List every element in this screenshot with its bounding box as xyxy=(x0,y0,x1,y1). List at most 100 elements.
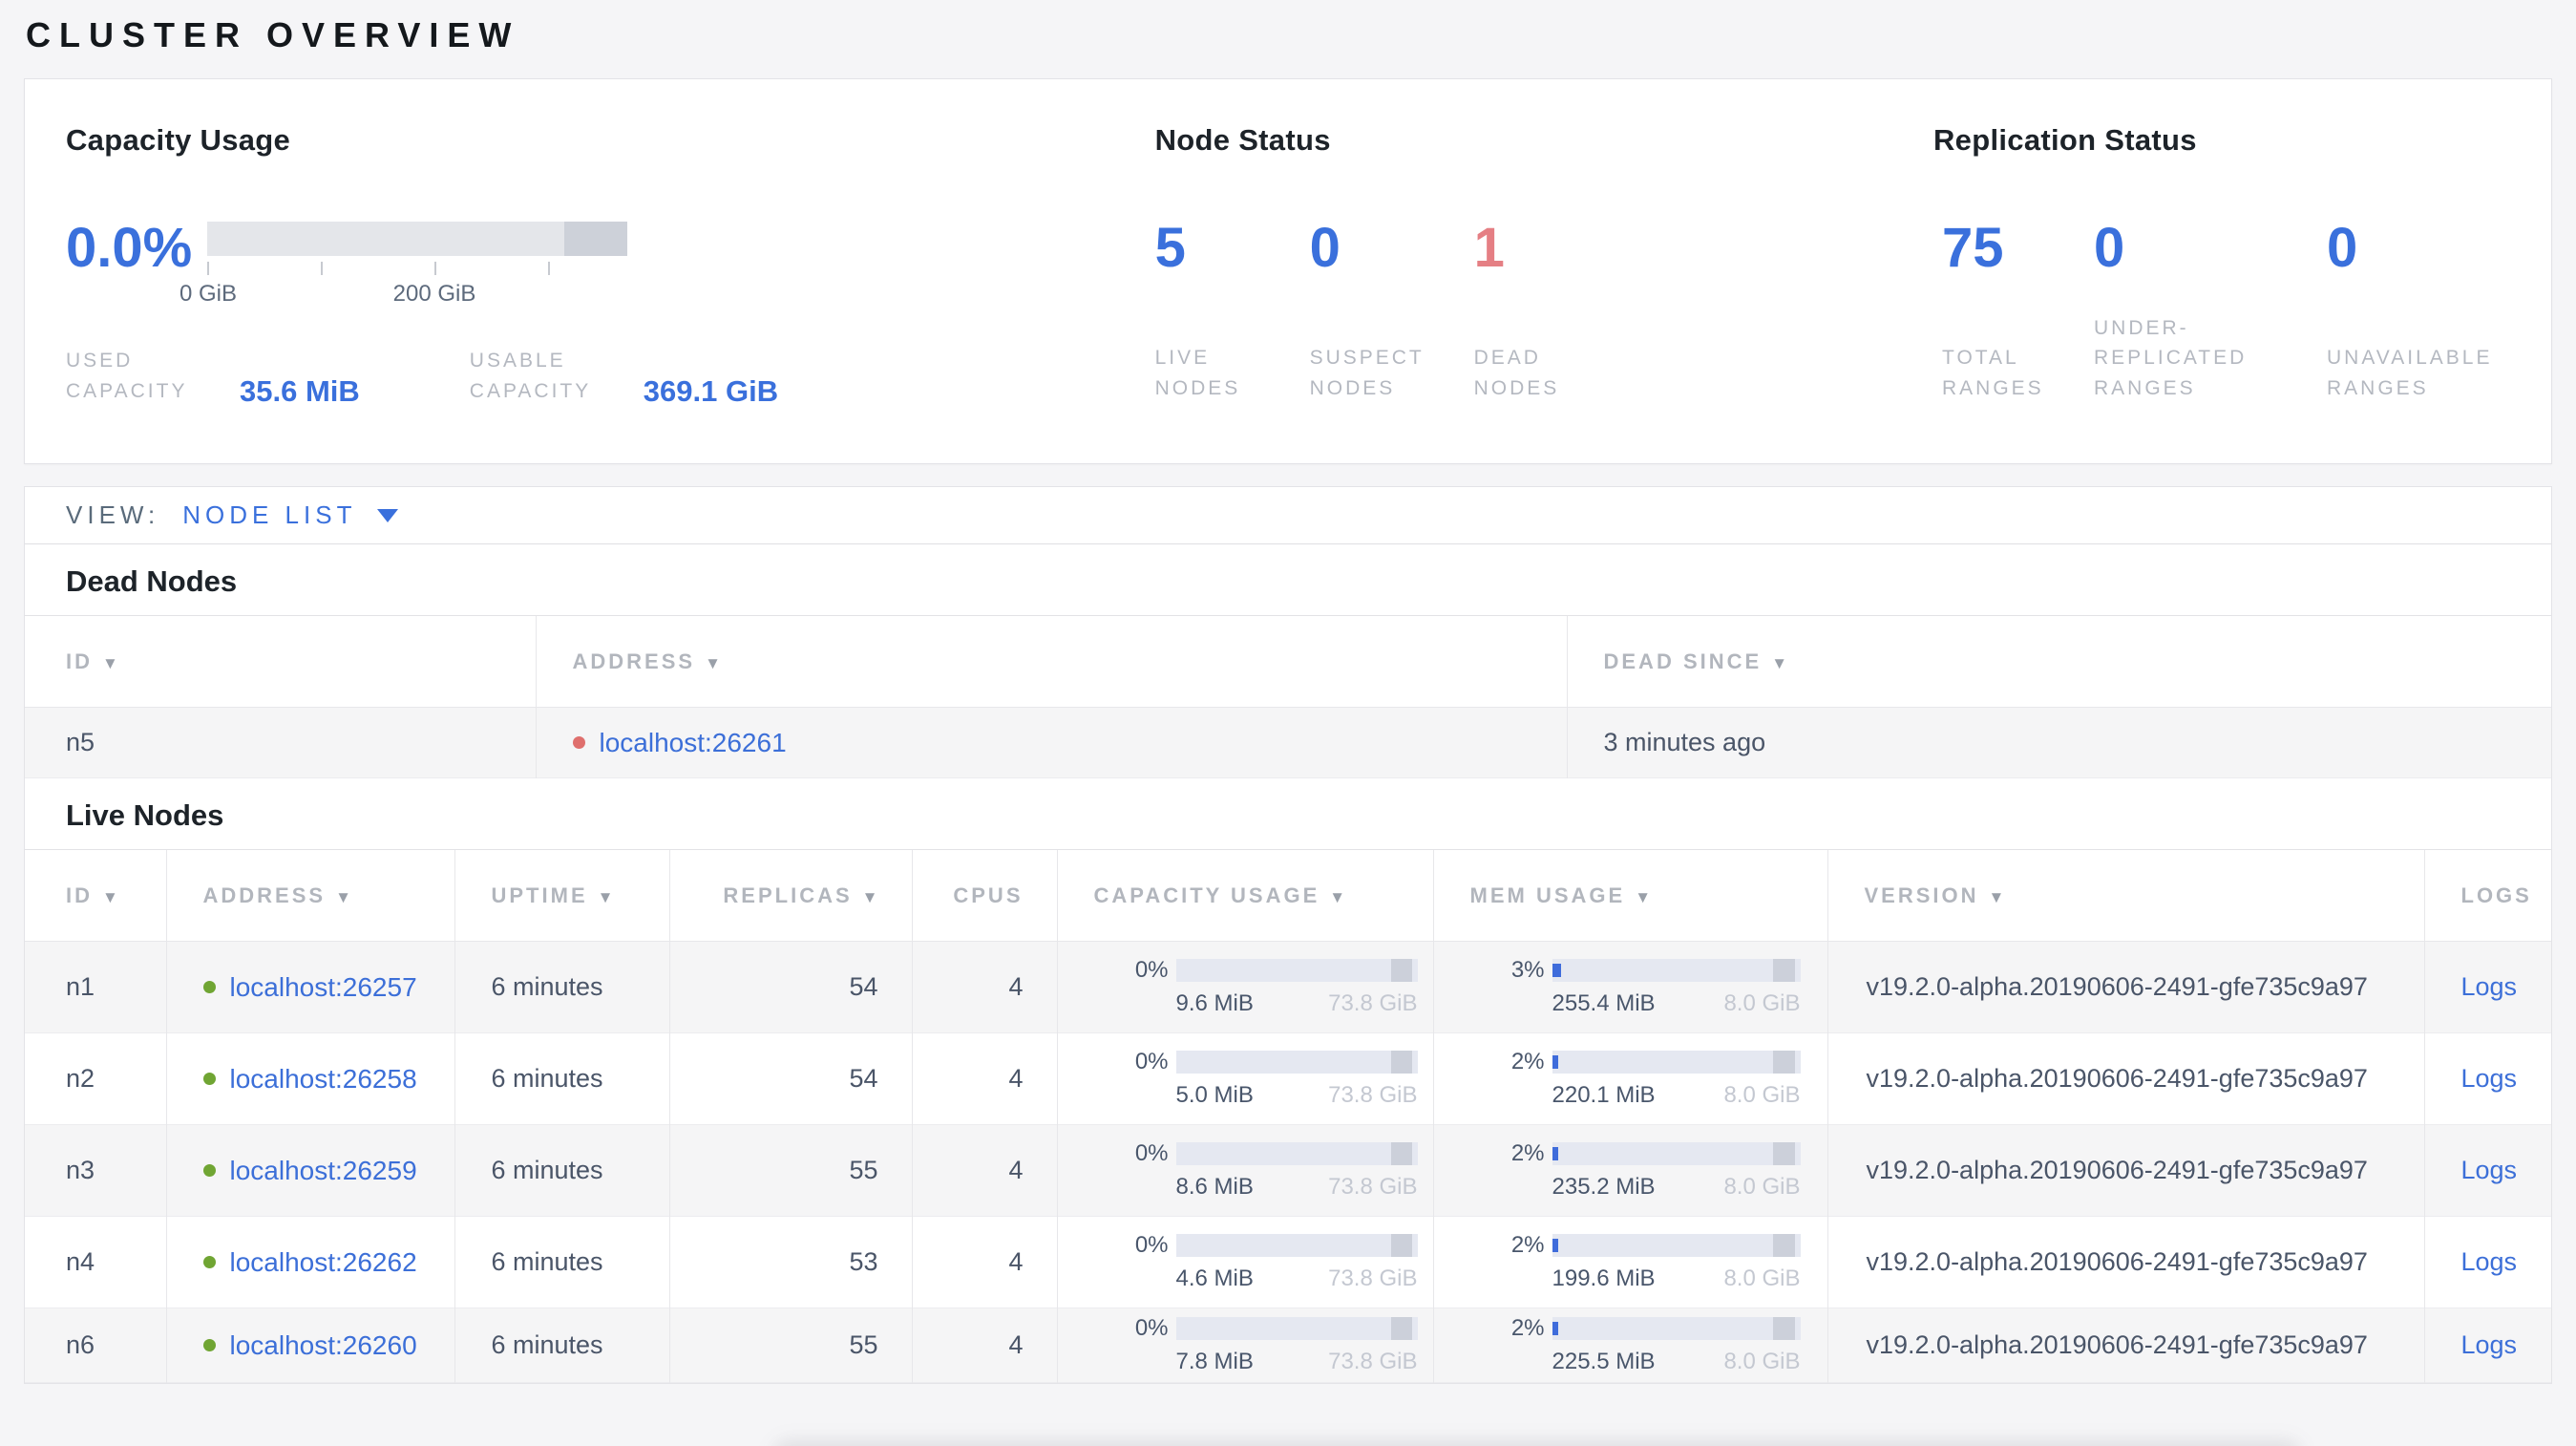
live-status-dot-icon xyxy=(202,1073,216,1085)
live-node-address-link[interactable]: localhost:26259 xyxy=(230,1156,417,1186)
live-nodes-count: 5 xyxy=(1154,217,1186,279)
live-node-capacity-cell: 0% 9.6 MiB 73.8 GiB xyxy=(1056,941,1433,1033)
live-node-cpus: 4 xyxy=(911,1032,1057,1125)
sort-arrow-icon: ▼ xyxy=(102,887,118,906)
dead-node-id: n5 xyxy=(25,707,536,778)
capacity-percent-label: 0% xyxy=(1134,1049,1169,1074)
page-title: CLUSTER OVERVIEW xyxy=(26,15,520,54)
live-node-row: n3 localhost:26259 6 minutes 55 4 0% 8.6 xyxy=(25,1124,2551,1217)
dead-col-id[interactable]: ID ▼ xyxy=(25,615,536,708)
used-capacity-group: USED CAPACITY 35.6 MiB xyxy=(66,346,360,408)
live-node-address-link[interactable]: localhost:26260 xyxy=(230,1330,417,1361)
live-col-replicas[interactable]: REPLICAS ▼ xyxy=(668,849,912,942)
live-node-replicas: 54 xyxy=(668,941,912,1033)
capacity-meter-bar xyxy=(1175,1234,1418,1257)
sort-arrow-icon: ▼ xyxy=(335,887,351,906)
live-node-uptime: 6 minutes xyxy=(454,1032,669,1125)
live-col-logs: LOGS xyxy=(2423,849,2551,942)
suspect-nodes-label: SUSPECT NODES xyxy=(1309,347,1425,399)
live-node-logs-cell: Logs xyxy=(2423,1124,2551,1217)
live-node-logs-cell: Logs xyxy=(2423,1216,2551,1308)
live-node-address-link[interactable]: localhost:26257 xyxy=(230,972,417,1003)
live-col-uptime[interactable]: UPTIME ▼ xyxy=(454,849,669,942)
tick-label-0gib: 0 GiB xyxy=(179,281,238,307)
live-node-address-link[interactable]: localhost:26262 xyxy=(230,1247,417,1278)
dead-node-address-link[interactable]: localhost:26261 xyxy=(600,728,787,758)
logs-link[interactable]: Logs xyxy=(2461,1330,2518,1359)
live-node-address-cell: localhost:26259 xyxy=(165,1124,454,1217)
mem-meter-fill xyxy=(1552,1322,1558,1335)
mem-meter-fill xyxy=(1552,1147,1558,1160)
dead-col-address[interactable]: ADDRESS ▼ xyxy=(535,615,1567,708)
mem-percent-label: 3% xyxy=(1510,957,1545,983)
mem-meter-bar xyxy=(1552,1317,1801,1340)
live-node-mem-cell: 2% 199.6 MiB 8.0 GiB xyxy=(1432,1216,1827,1308)
capacity-meter-bar xyxy=(1175,1051,1418,1074)
capacity-meter-bar xyxy=(1175,1142,1418,1165)
live-node-address-link[interactable]: localhost:26258 xyxy=(230,1064,417,1095)
live-node-capacity-cell: 0% 7.8 MiB 73.8 GiB xyxy=(1056,1308,1433,1383)
capacity-usage-title: Capacity Usage xyxy=(66,123,291,157)
mem-meter-fill xyxy=(1552,1239,1558,1252)
chevron-down-icon xyxy=(377,508,399,522)
logs-link[interactable]: Logs xyxy=(2461,972,2518,1001)
capacity-percent-label: 0% xyxy=(1134,1232,1169,1258)
live-col-version[interactable]: VERSION ▼ xyxy=(1826,849,2424,942)
mem-meter-bar xyxy=(1552,1051,1801,1074)
nodes-section: VIEW: NODE LIST Dead Nodes ID ▼ ADDRESS ▼ … xyxy=(24,486,2552,1384)
view-dropdown[interactable]: NODE LIST xyxy=(182,500,399,530)
live-node-mem-cell: 2% 235.2 MiB 8.0 GiB xyxy=(1432,1124,1827,1217)
live-node-uptime: 6 minutes xyxy=(454,1124,669,1217)
mem-meter-bar xyxy=(1552,1234,1801,1257)
live-node-cpus: 4 xyxy=(911,1308,1057,1383)
usable-capacity-group: USABLE CAPACITY 369.1 GiB xyxy=(470,346,778,408)
live-col-capacity[interactable]: CAPACITY USAGE ▼ xyxy=(1056,849,1433,942)
capacity-total-value: 73.8 GiB xyxy=(1328,1174,1418,1200)
live-node-logs-cell: Logs xyxy=(2423,1308,2551,1383)
capacity-used-value: 9.6 MiB xyxy=(1175,990,1254,1016)
live-col-address[interactable]: ADDRESS ▼ xyxy=(165,849,454,942)
live-node-version: v19.2.0-alpha.20190606-2491-gfe735c9a97 xyxy=(1826,1032,2424,1125)
capacity-meter-marker xyxy=(1390,959,1413,982)
logs-link[interactable]: Logs xyxy=(2461,1247,2518,1276)
capacity-used-value: 7.8 MiB xyxy=(1175,1349,1254,1374)
node-status-title: Node Status xyxy=(1154,123,1331,157)
replication-values: 75 0 0 xyxy=(1933,221,2551,276)
dead-nodes-heading: Dead Nodes xyxy=(66,564,238,598)
mem-percent-label: 2% xyxy=(1510,1232,1545,1258)
capacity-total-value: 73.8 GiB xyxy=(1328,1349,1418,1374)
view-dropdown-value[interactable]: NODE LIST xyxy=(182,500,356,530)
live-nodes-header-row: ID ▼ ADDRESS ▼ UPTIME ▼ REPLICAS ▼ CPUS CAPA… xyxy=(25,849,2551,942)
capacity-meter-marker xyxy=(1390,1051,1413,1074)
sort-arrow-icon: ▼ xyxy=(1635,887,1652,906)
logs-link[interactable]: Logs xyxy=(2461,1156,2518,1184)
live-node-address-cell: localhost:26260 xyxy=(165,1308,454,1383)
mem-meter-fill xyxy=(1552,1055,1558,1069)
mem-total-value: 8.0 GiB xyxy=(1723,1265,1801,1291)
mem-total-value: 8.0 GiB xyxy=(1723,1349,1801,1374)
live-nodes-label: LIVE NODES xyxy=(1154,347,1241,399)
live-node-uptime: 6 minutes xyxy=(454,1308,669,1383)
node-status-panel: Node Status 5 0 1 LIVE NODES SUSPECT NOD… xyxy=(1155,79,1933,463)
live-node-address-cell: localhost:26257 xyxy=(165,941,454,1033)
live-nodes-table: ID ▼ ADDRESS ▼ UPTIME ▼ REPLICAS ▼ CPUS CAPA… xyxy=(25,849,2551,1383)
tick-mark xyxy=(207,262,209,275)
capacity-gauge-bar-block: 0 GiB 200 GiB xyxy=(179,221,627,308)
replication-status-panel: Replication Status 75 0 0 TOTAL RANGES U… xyxy=(1933,79,2551,463)
suspect-nodes-count: 0 xyxy=(1309,217,1341,279)
dead-col-dead-since[interactable]: DEAD SINCE ▼ xyxy=(1566,615,2551,708)
live-status-dot-icon xyxy=(202,1256,216,1268)
live-col-mem[interactable]: MEM USAGE ▼ xyxy=(1432,849,1827,942)
live-node-mem-cell: 3% 255.4 MiB 8.0 GiB xyxy=(1432,941,1827,1033)
mem-used-value: 235.2 MiB xyxy=(1552,1174,1656,1200)
logs-link[interactable]: Logs xyxy=(2461,1064,2518,1093)
live-node-replicas: 55 xyxy=(668,1308,912,1383)
capacity-gauge-tick-labels: 0 GiB 200 GiB xyxy=(179,281,627,308)
live-col-id[interactable]: ID ▼ xyxy=(25,849,166,942)
mem-meter-marker xyxy=(1772,1234,1796,1257)
live-col-cpus: CPUS xyxy=(911,849,1057,942)
live-node-capacity-cell: 0% 8.6 MiB 73.8 GiB xyxy=(1056,1124,1433,1217)
mem-used-value: 199.6 MiB xyxy=(1552,1265,1656,1291)
tick-mark xyxy=(434,262,436,275)
live-node-uptime: 6 minutes xyxy=(454,941,669,1033)
